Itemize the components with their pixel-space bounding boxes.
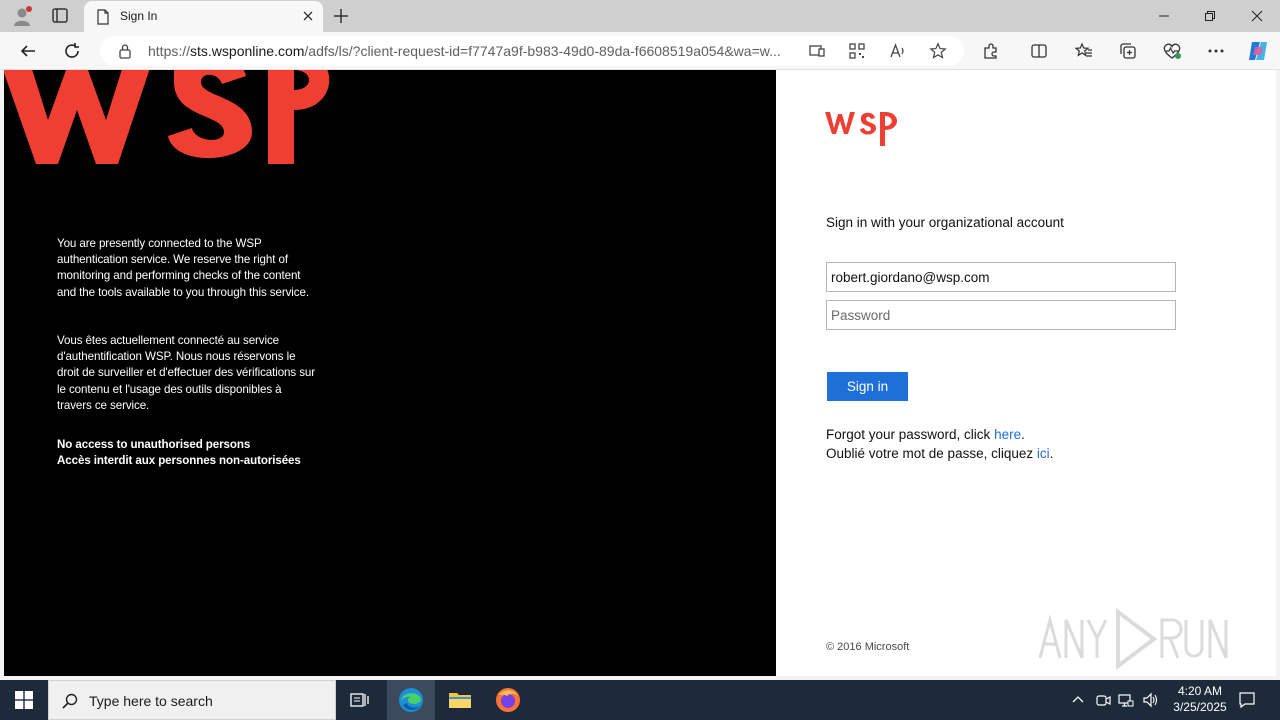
tab-actions-icon[interactable]: [50, 7, 70, 25]
show-hidden-icons-icon[interactable]: [1070, 692, 1086, 708]
notifications-icon[interactable]: [1238, 691, 1256, 709]
edge-taskbar-button[interactable]: [387, 680, 435, 720]
qr-code-icon[interactable]: [848, 42, 866, 60]
profile-icon[interactable]: [12, 6, 32, 26]
back-button[interactable]: [18, 41, 38, 61]
anyrun-watermark-logo: [1038, 608, 1228, 670]
clock-date: 3/25/2025: [1173, 700, 1227, 714]
copilot-button[interactable]: [1246, 39, 1270, 63]
copyright-text: © 2016 Microsoft: [826, 641, 910, 653]
favorites-list-icon: [1075, 42, 1092, 57]
taskbar-search-box[interactable]: Type here to search: [48, 680, 336, 720]
clock-time: 4:20 AM: [1177, 684, 1223, 698]
access-warning: No access to unauthorised persons Accès …: [57, 437, 357, 469]
forgot-password-english: Forgot your password, click here.: [826, 427, 1025, 442]
forgot-password-french: Oublié votre mot de passe, cliquez ici.: [826, 446, 1053, 461]
network-icon[interactable]: [1118, 692, 1134, 708]
page-viewport: You are presently connected to the WSP a…: [4, 70, 1276, 676]
tab-sign-in[interactable]: Sign In: [84, 1, 323, 32]
favorites-button[interactable]: [1074, 41, 1094, 61]
settings-more-button[interactable]: [1206, 41, 1226, 61]
access-warning-french: Accès interdit aux personnes non-autoris…: [57, 454, 301, 468]
task-view-icon: [350, 693, 369, 707]
restore-button[interactable]: [1187, 0, 1233, 32]
more-dots-icon: [1208, 49, 1224, 53]
url-host: sts.wsponline.com: [190, 43, 305, 59]
forgot-password-link-ici[interactable]: ici: [1037, 446, 1050, 461]
collections-icon: [1120, 43, 1136, 59]
browser-tab-strip: Sign In: [0, 0, 1280, 32]
firefox-icon: [496, 688, 520, 712]
split-screen-icon: [1031, 44, 1047, 58]
address-bar[interactable]: https://sts.wsponline.com/adfs/ls/?clien…: [100, 36, 964, 66]
app-available-icon[interactable]: [808, 42, 826, 60]
browser-toolbar: https://sts.wsponline.com/adfs/ls/?clien…: [0, 32, 1280, 70]
read-aloud-icon[interactable]: [889, 42, 907, 60]
firefox-taskbar-button[interactable]: [484, 680, 532, 720]
username-input[interactable]: [826, 262, 1176, 292]
restore-icon: [1205, 11, 1215, 21]
split-screen-button[interactable]: [1029, 41, 1049, 61]
sign-in-heading: Sign in with your organizational account: [826, 215, 1064, 230]
forgot-fr-prefix: Oublié votre mot de passe, cliquez: [826, 446, 1037, 461]
browser-essentials-button[interactable]: [1162, 41, 1182, 61]
lock-icon[interactable]: [118, 43, 132, 59]
search-placeholder: Type here to search: [89, 693, 213, 709]
start-button[interactable]: [0, 680, 48, 720]
meet-now-icon[interactable]: [1095, 692, 1111, 708]
refresh-icon: [65, 43, 79, 58]
windows-taskbar: Type here to search 4:20 AM 3/25/2025: [0, 680, 1280, 720]
close-tab-icon[interactable]: [301, 9, 315, 23]
search-icon: [62, 693, 78, 709]
system-clock[interactable]: 4:20 AM 3/25/2025: [1160, 683, 1240, 715]
edge-browser-icon: [399, 688, 423, 712]
illustration-panel: You are presently connected to the WSP a…: [4, 70, 776, 676]
notice-english: You are presently connected to the WSP a…: [57, 237, 309, 299]
tab-title: Sign In: [120, 9, 158, 23]
sign-in-panel: Sign in with your organizational account…: [776, 70, 1276, 676]
forgot-fr-suffix: .: [1049, 446, 1054, 461]
volume-icon[interactable]: [1142, 692, 1158, 708]
access-warning-english: No access to unauthorised persons: [57, 438, 251, 451]
heartbeat-icon: [1163, 43, 1181, 59]
url-prefix: https://: [148, 43, 191, 59]
file-explorer-button[interactable]: [436, 680, 484, 720]
new-tab-icon[interactable]: [331, 6, 351, 26]
close-icon: [1251, 10, 1263, 22]
url-text[interactable]: https://sts.wsponline.com/adfs/ls/?clien…: [148, 43, 794, 59]
forgot-en-suffix: .: [1021, 427, 1025, 442]
back-arrow-icon: [20, 45, 35, 57]
url-path: /adfs/ls/?client-request-id=f7747a9f-b98…: [304, 43, 781, 59]
minimize-button[interactable]: [1141, 0, 1187, 32]
forgot-en-prefix: Forgot your password, click: [826, 427, 995, 442]
wsp-logo: [825, 112, 897, 146]
password-input[interactable]: [826, 300, 1176, 330]
extensions-button[interactable]: [981, 41, 1001, 61]
copilot-icon: [1249, 42, 1267, 60]
minimize-icon: [1159, 15, 1169, 17]
refresh-button[interactable]: [62, 41, 82, 61]
favorite-star-icon[interactable]: [929, 42, 947, 60]
wsp-large-logo: [4, 70, 330, 164]
sign-in-button[interactable]: Sign in: [827, 372, 908, 401]
windows-logo-icon: [15, 691, 33, 709]
puzzle-icon: [984, 43, 997, 59]
task-view-button[interactable]: [336, 680, 384, 720]
page-icon: [97, 9, 109, 25]
notice-french: Vous êtes actuellement connecté au servi…: [57, 334, 316, 412]
folder-icon: [449, 693, 471, 708]
collections-button[interactable]: [1118, 41, 1138, 61]
page-scroll-track[interactable]: [1276, 70, 1280, 676]
forgot-password-link-here[interactable]: here: [994, 427, 1021, 442]
close-window-button[interactable]: [1234, 0, 1280, 32]
